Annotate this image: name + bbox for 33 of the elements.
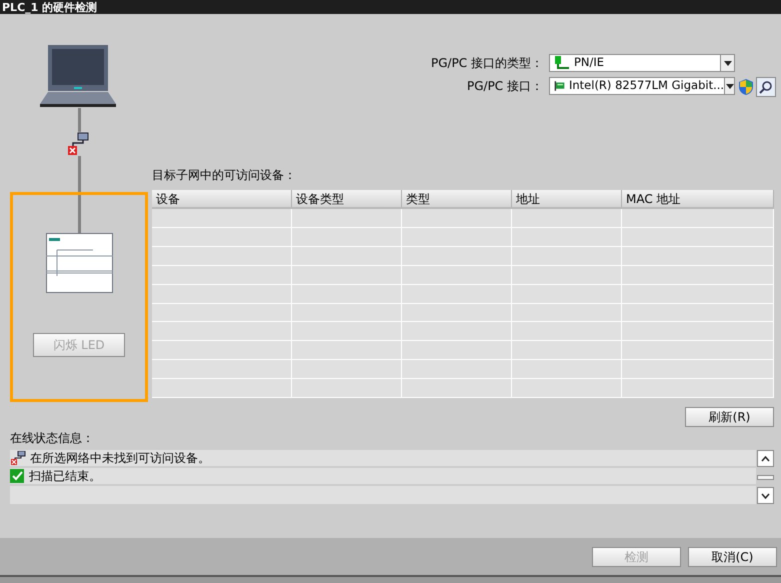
cable-line xyxy=(78,108,80,132)
network-card-icon xyxy=(554,79,565,93)
scroll-down-icon[interactable] xyxy=(761,492,770,498)
status-message: 在所选网络中未找到可访问设备。 xyxy=(30,450,210,467)
column-header[interactable]: 设备 xyxy=(152,190,292,207)
laptop-icon xyxy=(38,44,118,108)
plc-device-icon xyxy=(46,233,112,293)
field-label: PG/PC 接口的类型： xyxy=(430,55,543,72)
scroll-thumb[interactable] xyxy=(757,474,774,480)
disconnected-network-icon xyxy=(65,132,89,156)
dialog-button[interactable]: 取消(C) xyxy=(688,546,777,566)
column-header[interactable]: 地址 xyxy=(512,190,622,207)
field-label: PG/PC 接口： xyxy=(466,78,543,95)
shield-icon xyxy=(739,79,753,95)
cable-line xyxy=(78,156,80,192)
search-icon xyxy=(759,80,773,94)
network-plug-icon xyxy=(554,56,570,70)
checkmark-icon xyxy=(10,469,25,483)
combo-value: Intel(R) 82577LM Gigabit... xyxy=(568,77,724,94)
column-header[interactable]: MAC 地址 xyxy=(622,190,774,207)
interface-combo[interactable]: Intel(R) 82577LM Gigabit... xyxy=(549,77,735,95)
column-header[interactable]: 类型 xyxy=(402,190,512,207)
table-title: 目标子网中的可访问设备： xyxy=(152,167,297,184)
column-header[interactable]: 设备类型 xyxy=(292,190,402,207)
status-message: 扫描已结束。 xyxy=(29,468,101,485)
scroll-up-icon[interactable] xyxy=(761,456,770,462)
disconnected-network-icon xyxy=(10,451,26,465)
search-button[interactable] xyxy=(756,77,776,97)
status-label: 在线状态信息： xyxy=(10,430,95,447)
combo-value: PN/IE xyxy=(574,54,606,72)
interface-type-combo[interactable]: PN/IE xyxy=(549,54,735,72)
window-title: PLC_1 的硬件检测 xyxy=(2,2,98,12)
refresh-button[interactable]: 刷新(R) xyxy=(685,407,774,427)
